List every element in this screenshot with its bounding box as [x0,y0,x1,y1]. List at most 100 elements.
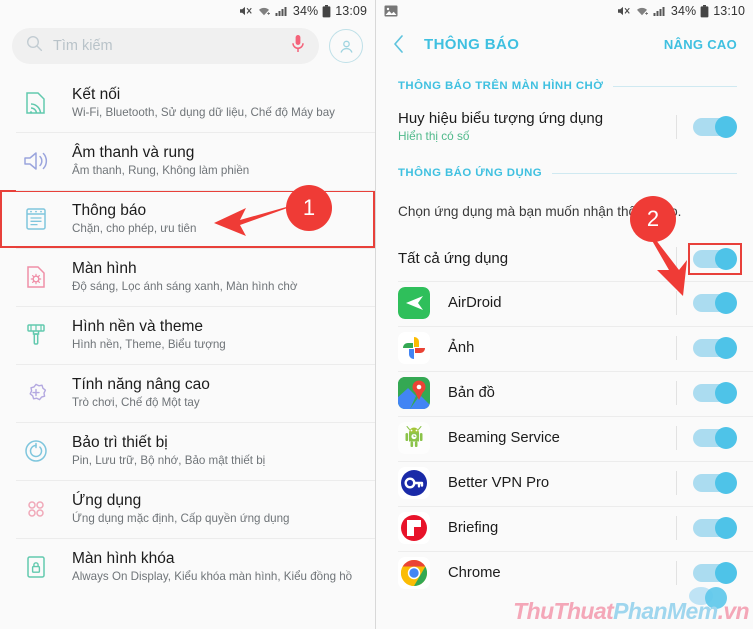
app-title-bar: THÔNG BÁO NÂNG CAO [376,22,753,66]
settings-row-subtitle: Ứng dụng mặc định, Cấp quyền ứng dụng [72,511,290,525]
connections-icon [16,83,56,123]
airdroid-icon [398,287,430,320]
apps-icon [16,489,56,529]
left-phone-panel: 34% 13:09 Tìm kiếm Kết nối Wi-Fi, Blueto… [0,0,376,629]
better-vpn-pro-icon [398,467,430,500]
search-placeholder: Tìm kiếm [53,38,113,54]
app-name: Ảnh [448,340,475,357]
app-row[interactable]: Ảnh [376,325,753,371]
advanced-button[interactable]: NÂNG CAO [664,37,737,52]
settings-row-title: Màn hình [72,259,137,277]
google-photos-icon [398,332,430,365]
toggle-app[interactable] [693,427,737,450]
toggle-knob [715,247,737,270]
toggle-app[interactable] [693,382,737,405]
display-icon [16,257,56,297]
annotation-badge-2: 2 [630,196,676,242]
settings-row-device-maintenance[interactable]: Bảo trì thiết bị Pin, Lưu trữ, Bộ nhớ, B… [0,422,375,480]
toggle-app-icon-badges[interactable] [693,115,737,138]
app-name: Better VPN Pro [448,475,550,492]
toggle-knob [715,472,737,495]
battery-icon [322,4,331,18]
toggle-knob [715,292,737,315]
app-notification-list: AirDroid Ảnh Bản đồ Beaming Service Bett… [376,280,753,596]
row-divider [676,471,677,496]
advanced-features-icon [16,373,56,413]
app-row[interactable]: Beaming Service [376,415,753,461]
settings-row-subtitle: Độ sáng, Lọc ánh sáng xanh, Màn hình chờ [72,279,298,293]
watermark-part2: PhanMem [613,598,718,624]
row-app-icon-badges[interactable]: Huy hiệu biểu tượng ứng dụng Hiển thị có… [376,100,753,153]
row-title: Tất cả ứng dụng [398,250,509,268]
toggle-all-apps[interactable] [688,242,742,275]
row-divider [676,426,677,451]
section-divider [613,85,737,87]
settings-row-apps[interactable]: Ứng dụng Ứng dụng mặc định, Cấp quyền ứn… [0,480,375,538]
toggle-app[interactable] [693,472,737,495]
settings-row-title: Hình nền và theme [72,317,203,335]
screenshot-root: 34% 13:09 Tìm kiếm Kết nối Wi-Fi, Blueto… [0,0,753,629]
settings-row-subtitle: Always On Display, Kiểu khóa màn hình, K… [72,569,353,583]
settings-row-subtitle: Wi-Fi, Bluetooth, Sử dụng dữ liệu, Chế đ… [72,105,335,119]
row-divider [676,114,677,139]
settings-row-wallpaper[interactable]: Hình nền và theme Hình nền, Theme, Biểu … [0,306,375,364]
toggle-app[interactable] [693,517,737,540]
app-name: Bản đồ [448,385,495,402]
search-input[interactable]: Tìm kiếm [12,28,319,64]
section-label: THÔNG BÁO TRÊN MÀN HÌNH CHỜ [398,80,604,92]
app-row[interactable]: AirDroid [376,280,753,326]
row-title: Huy hiệu biểu tượng ứng dụng [398,110,604,127]
toggle-knob [715,115,737,138]
settings-row-subtitle: Âm thanh, Rung, Không làm phiền [72,163,250,177]
watermark: ThuThuatPhanMem.vn [513,598,749,625]
battery-percent-label: 34% [670,4,697,18]
settings-row-sound[interactable]: Âm thanh và rung Âm thanh, Rung, Không l… [0,132,375,190]
wallpaper-icon [16,315,56,355]
toggle-knob [715,382,737,405]
settings-row-title: Kết nối [72,85,121,103]
settings-row-lockscreen[interactable]: Màn hình khóa Always On Display, Kiểu kh… [0,538,375,596]
row-subtitle: Hiển thị có số [398,129,470,143]
settings-row-subtitle: Chặn, cho phép, ưu tiên [72,221,197,235]
settings-row-advanced-features[interactable]: Tính năng nâng cao Trò chơi, Chế độ Một … [0,364,375,422]
left-status-bar: 34% 13:09 [0,0,375,22]
settings-row-display[interactable]: Màn hình Độ sáng, Lọc ánh sáng xanh, Màn… [0,248,375,306]
search-row: Tìm kiếm [0,22,375,74]
toggle-knob [715,562,737,585]
settings-row-subtitle: Pin, Lưu trữ, Bộ nhớ, Bảo mật thiết bị [72,453,266,467]
settings-row-connections[interactable]: Kết nối Wi-Fi, Bluetooth, Sử dụng dữ liệ… [0,74,375,132]
toggle-app[interactable] [693,337,737,360]
android-beam-icon [398,422,430,455]
sound-icon [16,141,56,181]
microphone-icon[interactable] [291,34,305,59]
toggle-knob [715,337,737,360]
chrome-icon [398,557,430,590]
toggle-app[interactable] [693,292,737,315]
settings-row-title: Tính năng nâng cao [72,375,210,393]
back-chevron-icon[interactable] [392,34,410,54]
battery-icon [700,4,709,18]
settings-row-subtitle: Trò chơi, Chế độ Một tay [72,395,200,409]
row-divider [676,246,677,271]
section-divider [552,172,737,174]
account-icon[interactable] [329,29,363,63]
toggle-app[interactable] [693,562,737,585]
notifications-icon [16,199,56,239]
app-row[interactable]: Bản đồ [376,370,753,416]
right-phone-panel: 34% 13:10 THÔNG BÁO NÂNG CAO THÔNG BÁO T… [376,0,753,629]
row-divider [676,516,677,541]
clock-label: 13:09 [335,4,367,18]
annotation-badge-1: 1 [286,185,332,231]
section-label: THÔNG BÁO ỨNG DỤNG [398,167,543,179]
wifi-icon [635,5,649,17]
row-all-apps[interactable]: Tất cả ứng dụng [376,237,753,281]
section-header-app-notifications: THÔNG BÁO ỨNG DỤNG [376,153,753,187]
app-row[interactable]: Briefing [376,505,753,551]
row-divider [676,381,677,406]
signal-icon [275,5,289,17]
search-icon [26,35,43,57]
device-maintenance-icon [16,431,56,471]
settings-row-title: Bảo trì thiết bị [72,433,168,451]
settings-row-title: Màn hình khóa [72,549,175,567]
app-row[interactable]: Better VPN Pro [376,460,753,506]
